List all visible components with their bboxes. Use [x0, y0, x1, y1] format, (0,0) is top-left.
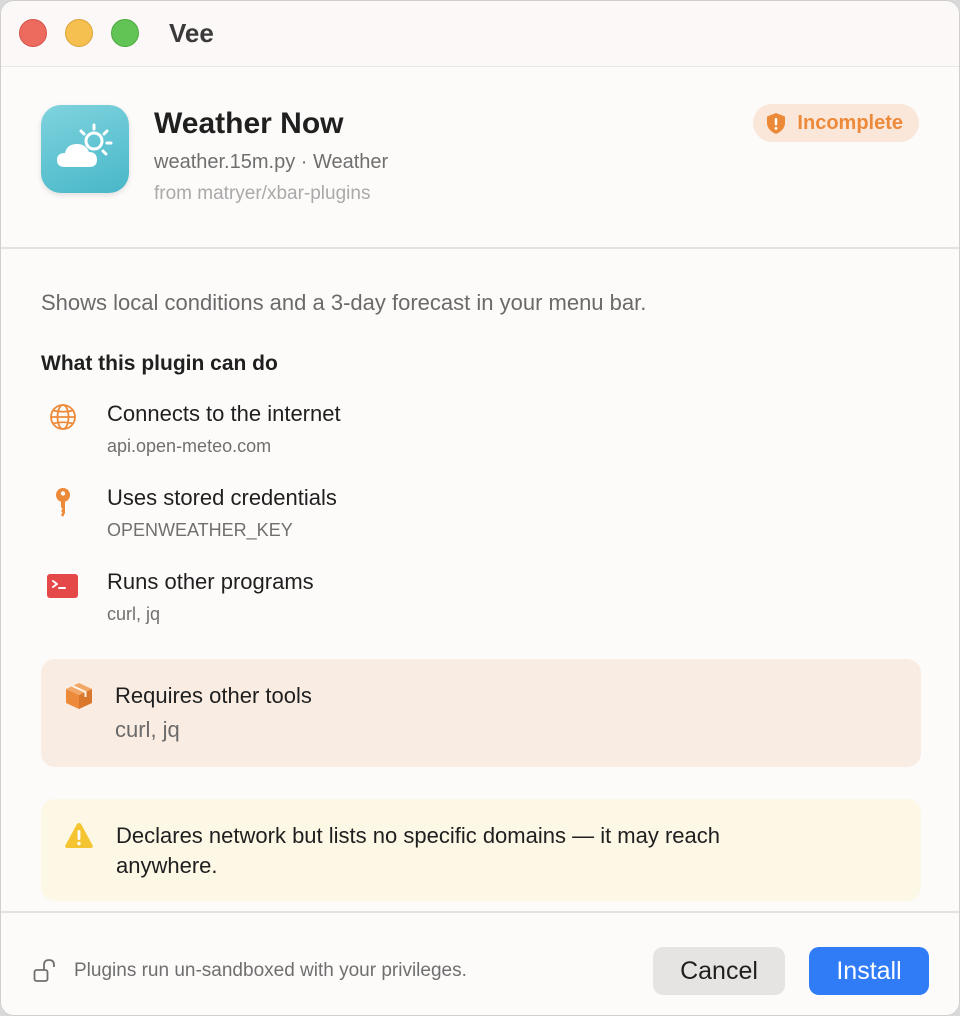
- network-warning-box: Declares network but lists no specific d…: [41, 799, 921, 901]
- terminal-icon: [47, 574, 78, 598]
- requires-title: Requires other tools: [115, 683, 312, 708]
- installer-window: Vee Weather Now weather.15m.py · Weather…: [0, 0, 960, 1016]
- warning-text: Declares network but lists no specific d…: [116, 823, 721, 878]
- sandbox-note: Plugins run un-sandboxed with your privi…: [74, 960, 467, 981]
- status-badge-label: Incomplete: [797, 111, 903, 134]
- zoom-window-button[interactable]: [111, 19, 139, 47]
- title-bar: Vee: [1, 1, 959, 67]
- minimize-window-button[interactable]: [65, 19, 93, 47]
- capability-item-programs: Runs other programs curl, jq: [41, 569, 641, 639]
- requires-detail: curl, jq: [115, 717, 180, 742]
- window-title: Vee: [169, 18, 214, 48]
- key-icon: [56, 488, 70, 517]
- requires-tools-box: Requires other tools curl, jq: [41, 659, 921, 767]
- capability-title: Runs other programs: [107, 569, 314, 594]
- plugin-header: Weather Now weather.15m.py · Weather fro…: [1, 67, 959, 249]
- cloud-sun-icon: [41, 105, 129, 193]
- install-button[interactable]: Install: [809, 947, 929, 995]
- capability-detail: curl, jq: [107, 604, 161, 624]
- unlock-icon: [33, 959, 55, 982]
- globe-icon: [50, 404, 76, 430]
- plugin-description: Shows local conditions and a 3-day forec…: [41, 290, 647, 315]
- warning-triangle-icon: [65, 823, 93, 848]
- package-icon: [66, 683, 92, 709]
- capabilities-heading: What this plugin can do: [41, 352, 278, 375]
- capability-title: Connects to the internet: [107, 401, 341, 426]
- capability-detail: OPENWEATHER_KEY: [107, 520, 293, 540]
- capability-item-internet: Connects to the internet api.open-meteo.…: [41, 401, 641, 471]
- plugin-name: Weather Now: [154, 107, 344, 140]
- plugin-source: from matryer/xbar-plugins: [154, 183, 371, 204]
- capability-detail: api.open-meteo.com: [107, 436, 272, 456]
- capability-item-credentials: Uses stored credentials OPENWEATHER_KEY: [41, 485, 641, 555]
- status-badge: Incomplete: [753, 104, 919, 142]
- cancel-button[interactable]: Cancel: [653, 947, 785, 995]
- plugin-filename-category: weather.15m.py · Weather: [154, 151, 389, 173]
- close-window-button[interactable]: [19, 19, 47, 47]
- shield-exclamation-icon: [767, 112, 786, 134]
- footer-bar: Plugins run un-sandboxed with your privi…: [1, 911, 959, 1015]
- capability-title: Uses stored credentials: [107, 485, 337, 510]
